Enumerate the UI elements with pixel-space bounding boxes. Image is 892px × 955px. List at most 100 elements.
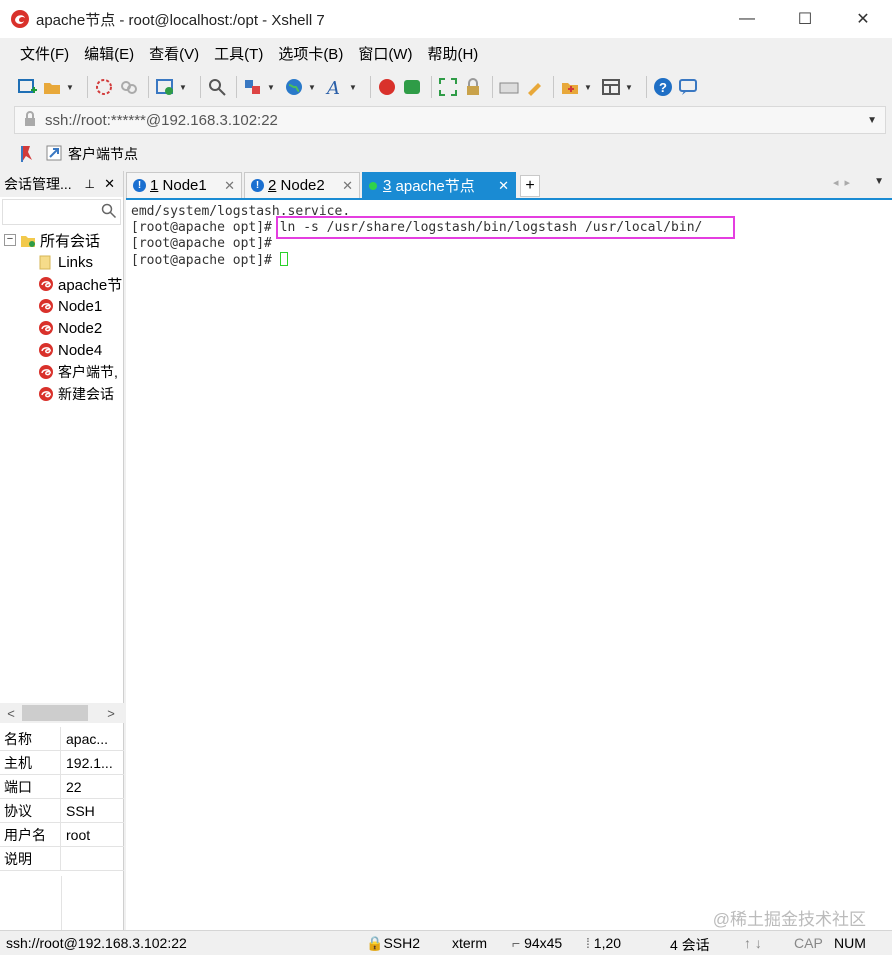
- help-icon[interactable]: ?: [652, 76, 674, 98]
- resize-icon: ⌐: [512, 935, 525, 951]
- info-icon: !: [133, 179, 146, 192]
- minimize-button[interactable]: —: [718, 0, 776, 38]
- menu-file[interactable]: 文件(F): [20, 43, 69, 64]
- lock-icon[interactable]: [462, 76, 484, 98]
- shortcut-icon: [46, 145, 62, 164]
- prop-value: 22: [66, 778, 82, 795]
- tree-item-client-node[interactable]: 客户端节,: [0, 361, 123, 383]
- collapse-icon[interactable]: −: [4, 234, 16, 246]
- scroll-thumb[interactable]: [22, 705, 88, 721]
- xftp-icon[interactable]: [401, 76, 423, 98]
- status-term: xterm: [452, 935, 487, 951]
- add-folder-icon[interactable]: [559, 76, 581, 98]
- toolbar: ▼ ▼ ▼ ▼ A ▼ ▼ ▼ ?: [0, 70, 892, 104]
- layout-icon[interactable]: [600, 76, 622, 98]
- properties-dropdown-icon[interactable]: ▼: [179, 83, 189, 92]
- search-icon[interactable]: [206, 76, 228, 98]
- globe-dropdown-icon[interactable]: ▼: [308, 83, 318, 92]
- terminal-line: [root@apache opt]#: [131, 236, 272, 251]
- tree-item-node1[interactable]: Node1: [0, 295, 123, 317]
- links-bar: 客户端节点: [0, 140, 892, 168]
- terminal-area[interactable]: emd/system/logstash.service. [root@apach…: [126, 198, 892, 930]
- close-window-button[interactable]: ✕: [834, 0, 892, 38]
- xshell-logo-icon: [10, 9, 30, 29]
- font-dropdown-icon[interactable]: ▼: [349, 83, 359, 92]
- add-folder-dropdown-icon[interactable]: ▼: [584, 83, 594, 92]
- tab-node2[interactable]: ! 2 Node2 ✕: [244, 172, 360, 198]
- properties-icon[interactable]: [154, 76, 176, 98]
- address-bar[interactable]: ssh://root:******@192.168.3.102:22 ▼: [14, 106, 886, 134]
- new-session-icon[interactable]: [16, 76, 38, 98]
- transfer-dropdown-icon[interactable]: ▼: [267, 83, 277, 92]
- tree-item-apache[interactable]: apache节: [0, 273, 123, 295]
- terminal-cursor: [279, 252, 288, 266]
- globe-icon[interactable]: [283, 76, 305, 98]
- tree-item-node4[interactable]: Node4: [0, 339, 123, 361]
- xshell-icon[interactable]: [376, 76, 398, 98]
- chat-icon[interactable]: [677, 76, 699, 98]
- session-manager-panel: 会话管理... ⊥ ✕ − 所有会话 Links apache节 Node1 N…: [0, 171, 124, 930]
- connected-status-icon: [369, 181, 377, 190]
- tree-item-new-session[interactable]: 新建会话: [0, 383, 123, 405]
- tree-item-label: Node2: [58, 319, 103, 337]
- session-tab-bar: ! 1 Node1 ✕ ! 2 Node2 ✕ 3 apache节点 ✕ + ◂…: [126, 170, 892, 198]
- tree-item-links[interactable]: Links: [0, 251, 123, 273]
- session-icon: [38, 298, 54, 314]
- prop-value: apac...: [66, 730, 109, 747]
- status-protocol-label: SSH2: [383, 935, 421, 951]
- menu-help[interactable]: 帮助(H): [427, 43, 478, 64]
- highlight-icon[interactable]: [523, 76, 545, 98]
- tab-label: Node1: [162, 177, 207, 194]
- tab-scroll-icon[interactable]: ◂▸: [833, 176, 856, 189]
- open-folder-icon[interactable]: [41, 76, 63, 98]
- menu-window[interactable]: 窗口(W): [358, 43, 412, 64]
- transfer-icon[interactable]: [242, 76, 264, 98]
- svg-text:A: A: [325, 78, 340, 97]
- address-input[interactable]: ssh://root:******@192.168.3.102:22: [45, 112, 278, 129]
- prop-value: root: [66, 826, 91, 843]
- status-connection: ssh://root@192.168.3.102:22: [6, 935, 187, 951]
- status-bar: ssh://root@192.168.3.102:22 🔒SSH2 xterm …: [0, 930, 892, 955]
- horizontal-scrollbar[interactable]: < >: [0, 703, 124, 723]
- menu-tools[interactable]: 工具(T): [214, 43, 263, 64]
- fullscreen-icon[interactable]: [437, 76, 459, 98]
- status-caps: CAP: [794, 935, 823, 951]
- session-nav-arrows-icon[interactable]: ↑ ↓: [744, 935, 762, 951]
- add-tab-button[interactable]: +: [520, 175, 540, 197]
- pin-icon[interactable]: ⊥: [85, 177, 95, 191]
- layout-dropdown-icon[interactable]: ▼: [625, 83, 635, 92]
- keyboard-icon[interactable]: [498, 76, 520, 98]
- menu-tab[interactable]: 选项卡(B): [278, 43, 343, 64]
- maximize-button[interactable]: ☐: [776, 0, 834, 38]
- close-tab-icon[interactable]: ✕: [224, 178, 235, 194]
- session-icon: [38, 364, 54, 380]
- tab-number: 3: [383, 177, 392, 194]
- close-panel-icon[interactable]: ✕: [104, 176, 115, 192]
- connect-icon[interactable]: [93, 76, 115, 98]
- font-icon[interactable]: A: [324, 76, 346, 98]
- session-properties: 名称 apac... 主机 192.1... 端口 22 协议 SSH 用户名 …: [0, 727, 124, 871]
- properties-empty-area: [0, 876, 124, 930]
- lock-icon: [23, 110, 37, 130]
- tab-node1[interactable]: ! 1 Node1 ✕: [126, 172, 242, 198]
- menu-view[interactable]: 查看(V): [149, 43, 199, 64]
- open-dropdown-icon[interactable]: ▼: [66, 83, 76, 92]
- tree-root-all-sessions[interactable]: − 所有会话: [0, 229, 123, 251]
- prop-value: SSH: [66, 802, 95, 819]
- prop-key: 用户名: [0, 823, 61, 846]
- client-node-link[interactable]: 客户端节点: [68, 144, 138, 164]
- tree-item-node2[interactable]: Node2: [0, 317, 123, 339]
- status-sessions: 4 会话: [670, 937, 710, 953]
- session-icon: [38, 342, 54, 358]
- tab-apache[interactable]: 3 apache节点 ✕: [362, 172, 516, 198]
- close-tab-icon[interactable]: ✕: [342, 178, 353, 194]
- scroll-left-icon[interactable]: <: [0, 706, 22, 721]
- scroll-right-icon[interactable]: >: [100, 706, 122, 721]
- cursor-position-icon: ⁞: [586, 935, 594, 951]
- address-dropdown-icon[interactable]: ▼: [867, 115, 877, 126]
- disconnect-icon[interactable]: [118, 76, 140, 98]
- session-search-input[interactable]: [2, 199, 121, 225]
- close-tab-icon[interactable]: ✕: [498, 178, 509, 194]
- tab-list-dropdown-icon[interactable]: ▼: [874, 176, 884, 187]
- menu-edit[interactable]: 编辑(E): [84, 43, 134, 64]
